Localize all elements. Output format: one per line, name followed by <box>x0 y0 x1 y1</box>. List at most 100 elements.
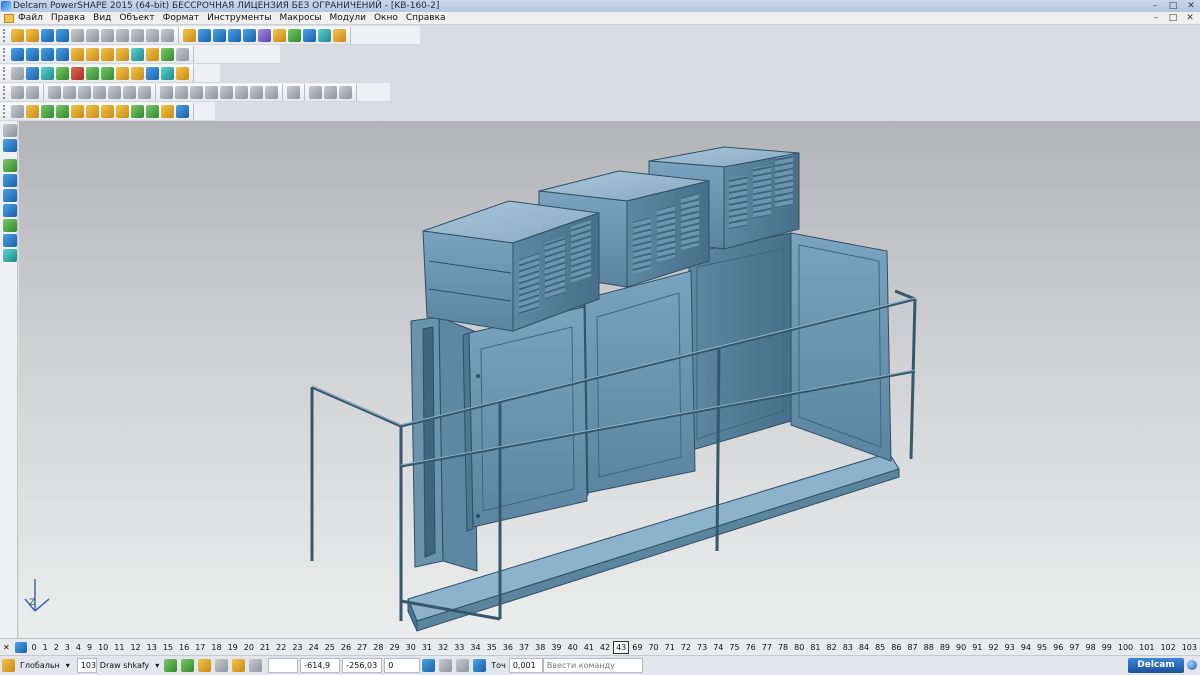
menu-object[interactable]: Объект <box>115 13 158 23</box>
point-icon[interactable] <box>3 159 17 172</box>
menu-format[interactable]: Формат <box>159 13 204 23</box>
arc-tool-icon[interactable] <box>3 189 17 202</box>
view-right-icon[interactable] <box>56 47 69 61</box>
level-number-field[interactable]: 103 <box>76 658 97 673</box>
level-button-43[interactable]: 43 <box>613 640 630 654</box>
assembly-9-icon[interactable] <box>161 104 174 118</box>
level-button-18[interactable]: 18 <box>208 642 224 653</box>
coord-mode-icon[interactable] <box>422 659 436 672</box>
rotate-icon[interactable] <box>131 47 144 61</box>
level-button-9[interactable]: 9 <box>84 642 95 653</box>
undo-icon[interactable] <box>146 28 159 42</box>
level-button-20[interactable]: 20 <box>241 642 257 653</box>
level-name-select[interactable]: Draw shkafy <box>97 661 152 670</box>
layer-icon[interactable] <box>123 85 136 99</box>
level-button-80[interactable]: 80 <box>791 642 807 653</box>
toolbar-grip[interactable] <box>3 28 8 42</box>
levels-close-icon[interactable]: ✕ <box>0 643 13 652</box>
level-button-70[interactable]: 70 <box>645 642 661 653</box>
level-button-31[interactable]: 31 <box>419 642 435 653</box>
level-button-72[interactable]: 72 <box>678 642 694 653</box>
close-button[interactable]: ✕ <box>1182 0 1200 12</box>
level-button-29[interactable]: 29 <box>386 642 402 653</box>
measure-icon[interactable] <box>198 28 211 42</box>
levels-icon[interactable] <box>14 641 27 653</box>
level-button-3[interactable]: 3 <box>62 642 73 653</box>
save-icon[interactable] <box>41 28 54 42</box>
copy-view-icon[interactable] <box>309 85 322 99</box>
tool-icon[interactable] <box>439 659 453 672</box>
level-button-81[interactable]: 81 <box>807 642 823 653</box>
menu-file[interactable]: Файл <box>14 13 47 23</box>
shape-4-icon[interactable] <box>205 85 218 99</box>
level-button-69[interactable]: 69 <box>629 642 645 653</box>
view-front-icon[interactable] <box>26 47 39 61</box>
level-button-97[interactable]: 97 <box>1066 642 1082 653</box>
toolbar-grip[interactable] <box>3 66 8 80</box>
level-button-86[interactable]: 86 <box>888 642 904 653</box>
wizard-icon[interactable] <box>333 28 346 42</box>
assembly-1-icon[interactable] <box>41 104 54 118</box>
level-button-95[interactable]: 95 <box>1034 642 1050 653</box>
minimize-button[interactable]: – <box>1146 0 1164 12</box>
doc-close-button[interactable]: ✕ <box>1182 12 1198 25</box>
level-button-2[interactable]: 2 <box>51 642 62 653</box>
level-button-13[interactable]: 13 <box>144 642 160 653</box>
zoom-out-icon[interactable] <box>86 47 99 61</box>
view-iso-icon[interactable] <box>11 47 24 61</box>
level-button-77[interactable]: 77 <box>759 642 775 653</box>
level-button-42[interactable]: 42 <box>597 642 613 653</box>
level-button-30[interactable]: 30 <box>403 642 419 653</box>
wireframe-icon[interactable] <box>11 85 24 99</box>
level-button-11[interactable]: 11 <box>111 642 127 653</box>
level-button-83[interactable]: 83 <box>840 642 856 653</box>
snap-box-icon[interactable] <box>198 659 212 672</box>
toolbar-grip[interactable] <box>3 47 8 61</box>
assembly-4-icon[interactable] <box>86 104 99 118</box>
level-button-71[interactable]: 71 <box>662 642 678 653</box>
level-button-34[interactable]: 34 <box>467 642 483 653</box>
z-coordinate-field[interactable]: 0 <box>384 658 421 673</box>
level-button-99[interactable]: 99 <box>1099 642 1115 653</box>
section-icon[interactable] <box>78 85 91 99</box>
document-icon[interactable] <box>26 66 39 80</box>
menu-help[interactable]: Справка <box>402 13 450 23</box>
level-button-28[interactable]: 28 <box>370 642 386 653</box>
mirror-icon[interactable] <box>339 85 352 99</box>
mesh-icon[interactable] <box>318 28 331 42</box>
grid-icon[interactable] <box>249 659 263 672</box>
level-button-98[interactable]: 98 <box>1083 642 1099 653</box>
level-button-24[interactable]: 24 <box>306 642 322 653</box>
solid-tool-icon[interactable] <box>3 234 17 247</box>
component-icon[interactable] <box>11 104 24 118</box>
level-button-32[interactable]: 32 <box>435 642 451 653</box>
select-arrow-icon[interactable] <box>3 124 17 137</box>
y-coordinate-field[interactable]: -256,03 <box>342 658 383 673</box>
text-icon[interactable] <box>258 28 271 42</box>
document-icon[interactable] <box>4 13 14 23</box>
snap-point-icon[interactable] <box>164 659 178 672</box>
workplane-icon[interactable] <box>2 659 15 672</box>
level-button-17[interactable]: 17 <box>192 642 208 653</box>
shape-5-icon[interactable] <box>220 85 233 99</box>
level-dropdown-icon[interactable]: ▾ <box>152 661 162 670</box>
shade-mode-icon[interactable] <box>48 85 61 99</box>
curve-icon[interactable] <box>108 85 121 99</box>
level-button-39[interactable]: 39 <box>548 642 564 653</box>
level-button-90[interactable]: 90 <box>953 642 969 653</box>
level-button-85[interactable]: 85 <box>872 642 888 653</box>
sphere-green-icon[interactable] <box>56 66 69 80</box>
assembly-3-icon[interactable] <box>71 104 84 118</box>
transparency-icon[interactable] <box>138 85 151 99</box>
doc-minimize-button[interactable]: – <box>1148 12 1164 25</box>
level-button-76[interactable]: 76 <box>743 642 759 653</box>
arc-icon[interactable] <box>228 28 241 42</box>
box-icon[interactable] <box>116 66 129 80</box>
shape-7-icon[interactable] <box>250 85 263 99</box>
assembly-7-icon[interactable] <box>131 104 144 118</box>
assembly-2-icon[interactable] <box>56 104 69 118</box>
level-button-93[interactable]: 93 <box>1002 642 1018 653</box>
arrow-icon[interactable] <box>101 66 114 80</box>
cut-icon[interactable] <box>86 28 99 42</box>
level-button-78[interactable]: 78 <box>775 642 791 653</box>
